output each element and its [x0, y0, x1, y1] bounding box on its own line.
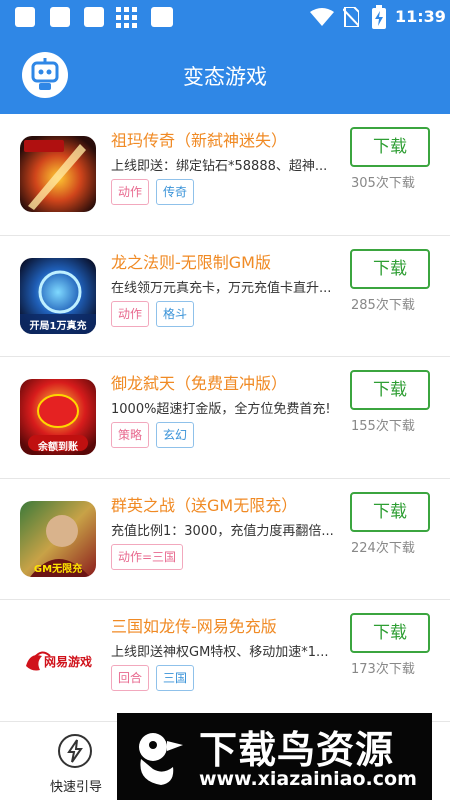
game-description: 上线即送：绑定钻石*58888、超神... — [111, 159, 328, 174]
game-tag: 动作=三国 — [111, 543, 184, 570]
quick-guide-label: 快速引导 — [49, 780, 102, 795]
app-square-icon — [84, 7, 104, 27]
lightning-bulb-icon — [58, 734, 92, 768]
download-count: 224次下载 — [351, 540, 415, 556]
game-description: 上线即送神权GM特权、移动加速*1... — [111, 645, 329, 660]
game-tag: 三国 — [156, 665, 195, 691]
app-square-icon — [50, 7, 70, 27]
status-bar: 11:39 — [0, 0, 450, 34]
app-square-icon — [151, 7, 173, 27]
watermark-banner: 下载鸟资源 www.xiazainiao.com — [117, 713, 432, 800]
game-description: 充值比例1：3000，充值力度再翻倍... — [111, 523, 334, 539]
grid-icon — [116, 7, 137, 28]
game-name[interactable]: 祖玛传奇（新弑神迷失） — [111, 127, 287, 151]
watermark-url: www.xiazainiao.com — [199, 768, 417, 790]
game-icon[interactable] — [20, 136, 96, 212]
game-icon-caption: 余额到账 — [38, 442, 78, 453]
app-header: 变态游戏 — [0, 34, 450, 114]
game-description: 1000%超速打金版，全方位免费首充! — [111, 402, 331, 417]
game-icon[interactable]: 开局1万真充 — [20, 257, 96, 334]
download-button[interactable]: 下载 — [350, 248, 430, 289]
game-tag: 传奇 — [156, 179, 195, 205]
download-count: 155次下载 — [351, 419, 415, 434]
game-name[interactable]: 御龙弑天（免费直冲版） — [111, 370, 287, 394]
game-name[interactable]: 三国如龙传-网易免充版 — [111, 613, 277, 637]
page-title: 变态游戏 — [183, 65, 267, 89]
clock: 11:39 — [395, 7, 446, 26]
game-name[interactable]: 群英之战（送GM无限充） — [111, 492, 297, 516]
game-tag: 策略 — [111, 422, 150, 448]
game-name[interactable]: 龙之法则-无限制GM版 — [111, 249, 271, 273]
game-list: 祖玛传奇（新弑神迷失） 上线即送：绑定钻石*58888、超神... 动作 传奇 … — [0, 114, 450, 722]
quick-guide-tab[interactable]: 快速引导 — [40, 732, 112, 795]
game-tag: 动作 — [111, 179, 150, 205]
download-count: 285次下载 — [351, 297, 415, 313]
game-list-item[interactable]: 余额到账 御龙弑天（免费直冲版） 1000%超速打金版，全方位免费首充! 策略 … — [0, 357, 450, 479]
wifi-icon — [310, 8, 334, 26]
download-count: 173次下载 — [351, 662, 415, 677]
game-list-item[interactable]: GM无限充 群英之战（送GM无限充） 充值比例1：3000，充值力度再翻倍...… — [0, 479, 450, 600]
game-list-item[interactable]: 祖玛传奇（新弑神迷失） 上线即送：绑定钻石*58888、超神... 动作 传奇 … — [0, 114, 450, 236]
download-button[interactable]: 下载 — [350, 491, 430, 532]
game-tag: 回合 — [111, 665, 150, 691]
download-button[interactable]: 下载 — [350, 370, 430, 410]
tag-list: 动作=三国 — [111, 543, 190, 570]
game-icon-caption: GM无限充 — [33, 563, 83, 575]
game-list-item[interactable]: 网易游戏 三国如龙传-网易免充版 上线即送神权GM特权、移动加速*1... 回合… — [0, 600, 450, 722]
tag-list: 策略 玄幻 — [111, 422, 201, 448]
game-icon[interactable]: 网易游戏 — [20, 622, 96, 698]
tag-list: 回合 三国 — [111, 665, 201, 691]
download-count: 305次下载 — [351, 176, 415, 191]
game-list-item[interactable]: 开局1万真充 龙之法则-无限制GM版 在线领万元真充卡，万元充值卡直升... 动… — [0, 236, 450, 357]
watermark-title: 下载鸟资源 — [199, 728, 395, 772]
game-icon-caption: 网易游戏 — [43, 655, 92, 669]
tag-list: 动作 格斗 — [111, 300, 201, 327]
no-sim-icon — [343, 7, 359, 27]
battery-charging-icon — [372, 5, 386, 29]
game-description: 在线领万元真充卡，万元充值卡直升... — [111, 280, 332, 296]
game-icon[interactable]: 余额到账 — [20, 379, 96, 455]
game-icon[interactable]: GM无限充 — [20, 500, 96, 577]
bird-logo-icon — [139, 733, 183, 785]
game-tag: 格斗 — [156, 300, 195, 327]
download-button[interactable]: 下载 — [350, 127, 430, 167]
download-button[interactable]: 下载 — [350, 613, 430, 653]
game-icon-caption: 开局1万真充 — [29, 320, 87, 332]
tag-list: 动作 传奇 — [111, 179, 201, 205]
game-tag: 玄幻 — [156, 422, 195, 448]
game-tag: 动作 — [111, 300, 150, 327]
app-square-icon — [15, 7, 35, 27]
